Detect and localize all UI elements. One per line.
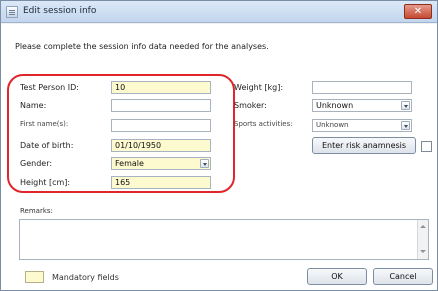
- risk-anamnesis-checkbox[interactable]: [421, 141, 432, 152]
- height-field[interactable]: 165: [111, 176, 211, 189]
- chevron-down-icon[interactable]: [401, 121, 410, 130]
- window-app-icon: [6, 6, 18, 18]
- scroll-up-icon[interactable]: [419, 223, 427, 231]
- smoker-label: Smoker:: [234, 101, 267, 110]
- test-person-id-label: Test Person ID:: [20, 83, 79, 92]
- title-bar: Edit session info ✕: [1, 1, 437, 23]
- cancel-button[interactable]: Cancel: [373, 268, 433, 285]
- remarks-textarea[interactable]: [19, 219, 429, 260]
- gender-select[interactable]: Female: [111, 157, 211, 170]
- close-button[interactable]: ✕: [404, 4, 432, 19]
- date-of-birth-field[interactable]: 01/10/1950: [111, 139, 211, 152]
- scroll-down-icon[interactable]: [419, 248, 427, 256]
- chevron-down-icon[interactable]: [401, 101, 410, 110]
- name-field[interactable]: [111, 99, 211, 112]
- intro-text: Please complete the session info data ne…: [15, 42, 269, 51]
- first-names-field[interactable]: [111, 119, 211, 132]
- test-person-id-field[interactable]: 10: [111, 81, 211, 94]
- ok-button[interactable]: OK: [307, 268, 367, 285]
- dialog-content: Please complete the session info data ne…: [1, 24, 437, 290]
- mandatory-legend-text: Mandatory fields: [52, 273, 119, 282]
- sports-label: Sports activities:: [234, 120, 293, 128]
- gender-label: Gender:: [20, 159, 53, 168]
- sports-select[interactable]: Unknown: [312, 119, 412, 132]
- edit-session-dialog: Edit session info ✕ Please complete the …: [0, 0, 438, 291]
- smoker-select[interactable]: Unknown: [312, 99, 412, 112]
- height-label: Height [cm]:: [20, 178, 71, 187]
- remarks-scrollbar[interactable]: [417, 220, 428, 259]
- name-label: Name:: [20, 101, 47, 110]
- remarks-label: Remarks:: [20, 207, 53, 215]
- chevron-down-icon[interactable]: [200, 159, 209, 168]
- first-names-label: First name(s):: [20, 120, 69, 128]
- window-title: Edit session info: [23, 6, 97, 16]
- smoker-value: Unknown: [316, 101, 354, 110]
- sports-value: Unknown: [316, 121, 349, 129]
- risk-anamnesis-button[interactable]: Enter risk anamnesis: [312, 137, 416, 154]
- mandatory-swatch: [25, 271, 44, 283]
- weight-field[interactable]: [312, 81, 412, 94]
- gender-value: Female: [115, 159, 144, 168]
- weight-label: Weight [kg]:: [234, 83, 284, 92]
- date-of-birth-label: Date of birth:: [20, 141, 74, 150]
